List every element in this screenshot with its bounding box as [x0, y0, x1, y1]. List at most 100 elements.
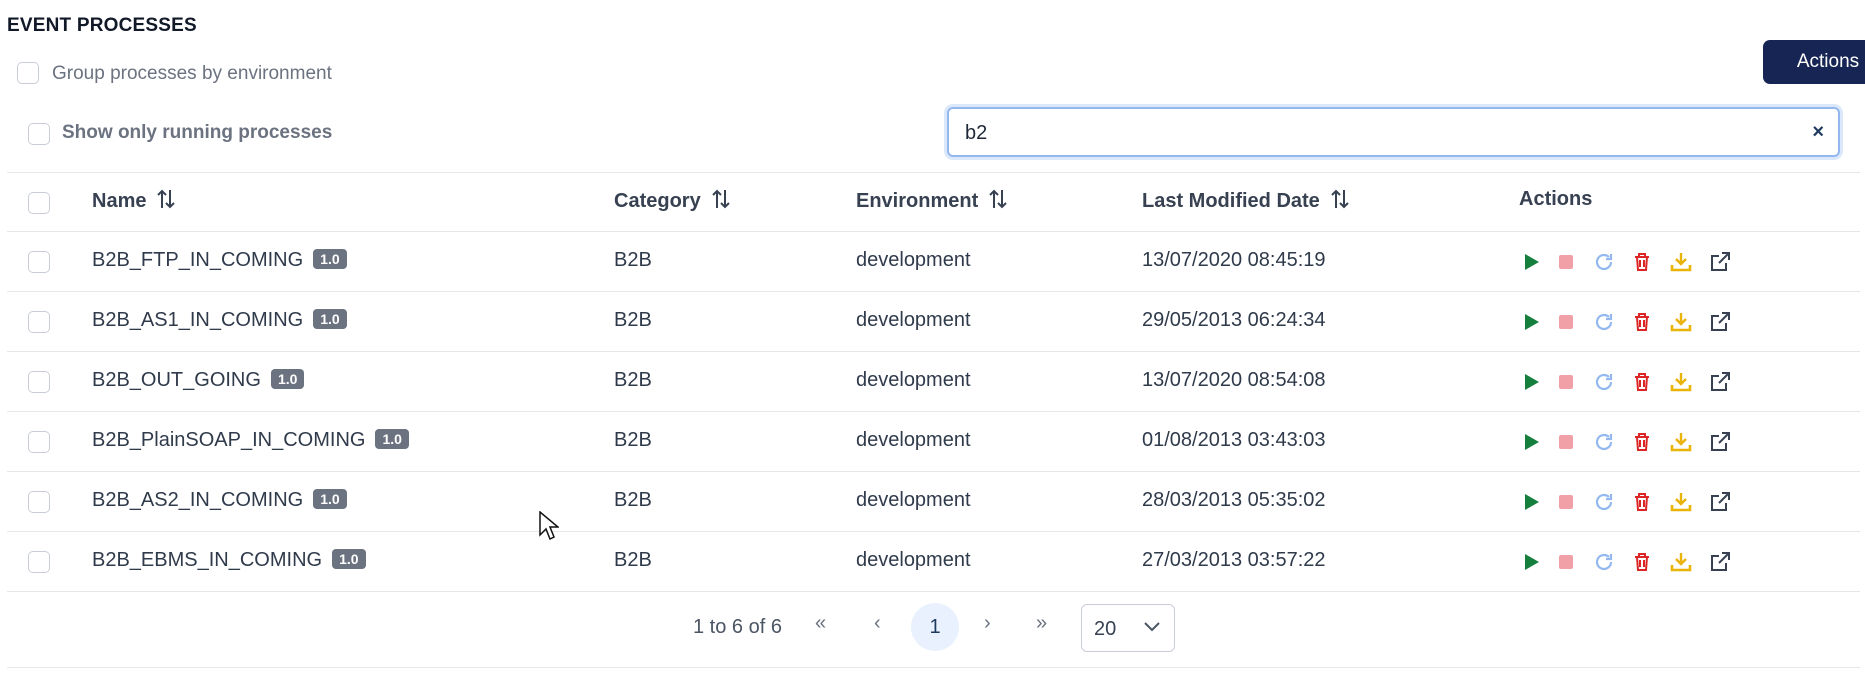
- table-row[interactable]: B2B_PlainSOAP_IN_COMING 1.0 B2B development…: [7, 412, 1860, 472]
- row-checkbox[interactable]: [28, 371, 50, 393]
- column-header-name-label: Name: [92, 190, 147, 212]
- row-checkbox[interactable]: [28, 551, 50, 573]
- sort-icon[interactable]: [988, 188, 1008, 216]
- restart-icon[interactable]: [1592, 550, 1616, 574]
- restart-icon[interactable]: [1592, 310, 1616, 334]
- stop-icon[interactable]: [1554, 550, 1578, 574]
- row-checkbox[interactable]: [28, 491, 50, 513]
- delete-icon[interactable]: [1630, 250, 1654, 274]
- environment-cell: development: [856, 309, 971, 331]
- open-external-icon[interactable]: [1708, 430, 1732, 454]
- actions-button[interactable]: Actions: [1763, 40, 1865, 84]
- row-checkbox[interactable]: [28, 311, 50, 333]
- open-external-icon[interactable]: [1708, 370, 1732, 394]
- open-external-icon[interactable]: [1708, 490, 1732, 514]
- play-icon[interactable]: [1519, 310, 1543, 334]
- delete-icon[interactable]: [1630, 550, 1654, 574]
- download-icon[interactable]: [1669, 250, 1693, 274]
- download-icon[interactable]: [1669, 430, 1693, 454]
- version-badge: 1.0: [313, 489, 347, 509]
- environment-cell: development: [856, 429, 971, 451]
- process-name[interactable]: B2B_OUT_GOING: [92, 369, 261, 391]
- chevron-down-icon: [1142, 620, 1162, 639]
- download-icon[interactable]: [1669, 550, 1693, 574]
- download-icon[interactable]: [1669, 370, 1693, 394]
- column-header-actions: Actions: [1519, 188, 1593, 210]
- process-name-cell[interactable]: B2B_PlainSOAP_IN_COMING 1.0: [92, 429, 409, 452]
- delete-icon[interactable]: [1630, 310, 1654, 334]
- process-name-cell[interactable]: B2B_AS1_IN_COMING 1.0: [92, 309, 347, 332]
- process-name[interactable]: B2B_PlainSOAP_IN_COMING: [92, 429, 365, 451]
- open-external-icon[interactable]: [1708, 250, 1732, 274]
- table-row[interactable]: B2B_AS2_IN_COMING 1.0 B2B development 28/03/…: [7, 472, 1860, 532]
- page-title: EVENT PROCESSES: [7, 15, 197, 36]
- current-page-button[interactable]: 1: [911, 603, 959, 651]
- environment-cell: development: [856, 249, 971, 271]
- play-icon[interactable]: [1519, 430, 1543, 454]
- restart-icon[interactable]: [1592, 430, 1616, 454]
- column-header-last-modified-label: Last Modified Date: [1142, 190, 1320, 212]
- stop-icon[interactable]: [1554, 490, 1578, 514]
- table-row[interactable]: B2B_FTP_IN_COMING 1.0 B2B development 13/07/…: [7, 232, 1860, 292]
- version-badge: 1.0: [313, 309, 347, 329]
- show-running-label: Show only running processes: [62, 122, 333, 143]
- page-size-select[interactable]: 20: [1081, 604, 1175, 652]
- sort-icon[interactable]: [156, 188, 176, 216]
- process-name[interactable]: B2B_AS2_IN_COMING: [92, 489, 303, 511]
- event-processes-page: EVENT PROCESSES Group processes by envir…: [0, 0, 1865, 675]
- column-header-category[interactable]: Category: [614, 188, 731, 216]
- environment-cell: development: [856, 369, 971, 391]
- next-page-button[interactable]: ›: [984, 612, 991, 635]
- divider: [7, 591, 1860, 592]
- version-badge: 1.0: [375, 429, 409, 449]
- search-box: ×: [947, 107, 1840, 157]
- stop-icon[interactable]: [1554, 370, 1578, 394]
- table-row[interactable]: B2B_AS1_IN_COMING 1.0 B2B development 29/05/…: [7, 292, 1860, 352]
- stop-icon[interactable]: [1554, 310, 1578, 334]
- column-header-environment[interactable]: Environment: [856, 188, 1008, 216]
- restart-icon[interactable]: [1592, 490, 1616, 514]
- category-cell: B2B: [614, 549, 652, 571]
- version-badge: 1.0: [270, 369, 305, 389]
- last-page-button[interactable]: »: [1036, 612, 1047, 635]
- show-running-checkbox[interactable]: [28, 123, 50, 145]
- process-name-cell[interactable]: B2B_FTP_IN_COMING 1.0: [92, 249, 347, 272]
- column-header-name[interactable]: Name: [92, 188, 176, 216]
- column-header-last-modified[interactable]: Last Modified Date: [1142, 188, 1350, 216]
- delete-icon[interactable]: [1630, 370, 1654, 394]
- sort-icon[interactable]: [711, 188, 731, 216]
- divider: [7, 667, 1860, 668]
- play-icon[interactable]: [1519, 370, 1543, 394]
- process-name-cell[interactable]: B2B_OUT_GOING 1.0: [92, 369, 305, 392]
- play-icon[interactable]: [1519, 250, 1543, 274]
- row-checkbox[interactable]: [28, 251, 50, 273]
- open-external-icon[interactable]: [1708, 310, 1732, 334]
- previous-page-button[interactable]: ‹: [874, 612, 881, 635]
- process-name[interactable]: B2B_AS1_IN_COMING: [92, 309, 303, 331]
- sort-icon[interactable]: [1330, 188, 1350, 216]
- first-page-button[interactable]: «: [815, 612, 826, 635]
- row-checkbox[interactable]: [28, 431, 50, 453]
- play-icon[interactable]: [1519, 550, 1543, 574]
- delete-icon[interactable]: [1630, 490, 1654, 514]
- table-row[interactable]: B2B_EBMS_IN_COMING 1.0 B2B development 27/03…: [7, 532, 1860, 592]
- select-all-checkbox[interactable]: [28, 192, 50, 214]
- open-external-icon[interactable]: [1708, 550, 1732, 574]
- download-icon[interactable]: [1669, 310, 1693, 334]
- group-by-environment-checkbox[interactable]: [17, 62, 39, 84]
- stop-icon[interactable]: [1554, 430, 1578, 454]
- play-icon[interactable]: [1519, 490, 1543, 514]
- stop-icon[interactable]: [1554, 250, 1578, 274]
- process-name[interactable]: B2B_EBMS_IN_COMING: [92, 549, 322, 571]
- table-row[interactable]: B2B_OUT_GOING 1.0 B2B development 13/07/2020…: [7, 352, 1860, 412]
- divider: [7, 172, 1860, 173]
- process-name-cell[interactable]: B2B_AS2_IN_COMING 1.0: [92, 489, 347, 512]
- restart-icon[interactable]: [1592, 250, 1616, 274]
- restart-icon[interactable]: [1592, 370, 1616, 394]
- process-name-cell[interactable]: B2B_EBMS_IN_COMING 1.0: [92, 549, 366, 572]
- search-input[interactable]: [963, 109, 1787, 157]
- clear-search-icon[interactable]: ×: [1812, 121, 1824, 143]
- delete-icon[interactable]: [1630, 430, 1654, 454]
- download-icon[interactable]: [1669, 490, 1693, 514]
- process-name[interactable]: B2B_FTP_IN_COMING: [92, 249, 303, 271]
